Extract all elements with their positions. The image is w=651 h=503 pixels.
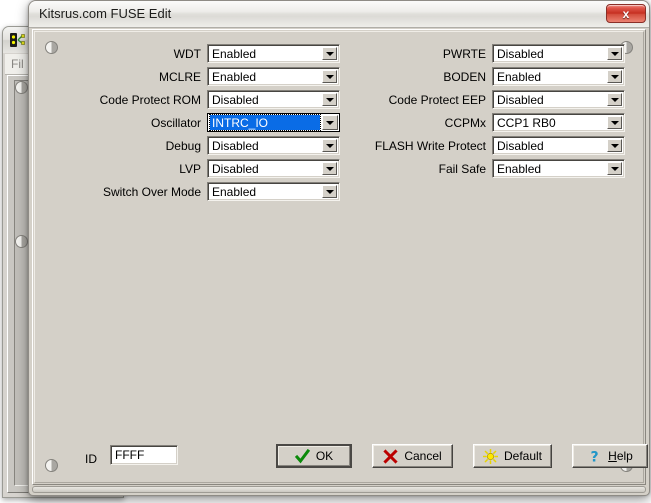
help-button[interactable]: ? Help bbox=[572, 444, 648, 468]
chevron-down-icon[interactable] bbox=[322, 47, 337, 60]
help-rest: elp bbox=[617, 449, 633, 463]
resize-glyph-top-left[interactable] bbox=[45, 41, 58, 54]
chevron-down-icon[interactable] bbox=[322, 93, 337, 106]
chevron-down-icon[interactable] bbox=[607, 162, 622, 175]
check-icon bbox=[295, 449, 310, 464]
help-button-label: Help bbox=[608, 449, 633, 463]
fuse-row-ccpmx: CCPMx CCP1 RB0 bbox=[360, 111, 625, 134]
chevron-down-icon[interactable] bbox=[607, 116, 622, 129]
label-code-protect-rom: Code Protect ROM bbox=[100, 93, 207, 107]
dialog-bottom-edge bbox=[32, 486, 646, 493]
label-lvp: LVP bbox=[179, 162, 207, 176]
ok-button-label: OK bbox=[316, 449, 333, 463]
dialog-titlebar[interactable]: Kitsrus.com FUSE Edit x bbox=[29, 1, 649, 28]
combo-flash-write-protect-value: Disabled bbox=[497, 138, 604, 154]
label-pwrte: PWRTE bbox=[443, 47, 492, 61]
fuse-row-code-protect-rom: Code Protect ROM Disabled bbox=[75, 88, 340, 111]
combo-flash-write-protect[interactable]: Disabled bbox=[492, 136, 625, 155]
fuse-row-boden: BODEN Enabled bbox=[360, 65, 625, 88]
combo-switch-over-mode-value: Enabled bbox=[212, 184, 319, 200]
combo-mclre-value: Enabled bbox=[212, 69, 319, 85]
close-button[interactable]: x bbox=[606, 4, 646, 23]
combo-code-protect-eep[interactable]: Disabled bbox=[492, 90, 625, 109]
fuse-row-debug: Debug Disabled bbox=[75, 134, 340, 157]
ok-button[interactable]: OK bbox=[276, 444, 352, 468]
chevron-down-icon[interactable] bbox=[322, 139, 337, 152]
combo-ccpmx[interactable]: CCP1 RB0 bbox=[492, 113, 625, 132]
fuse-row-switch-over-mode: Switch Over Mode Enabled bbox=[75, 180, 340, 203]
chevron-down-icon[interactable] bbox=[607, 47, 622, 60]
label-fail-safe: Fail Safe bbox=[439, 162, 492, 176]
combo-lvp[interactable]: Disabled bbox=[207, 159, 340, 178]
background-resize-glyph-middle[interactable] bbox=[15, 235, 28, 248]
fuse-row-flash-write-protect: FLASH Write Protect Disabled bbox=[360, 134, 625, 157]
fuse-edit-dialog: Kitsrus.com FUSE Edit x WDT Enabled bbox=[28, 0, 650, 496]
dialog-body: WDT Enabled MCLRE Enabled bbox=[32, 29, 646, 485]
fuse-row-fail-safe: Fail Safe Enabled bbox=[360, 157, 625, 180]
label-debug: Debug bbox=[166, 139, 207, 153]
combo-fail-safe[interactable]: Enabled bbox=[492, 159, 625, 178]
combo-oscillator-value: INTRC_IO bbox=[210, 115, 320, 130]
label-ccpmx: CCPMx bbox=[445, 116, 492, 130]
chevron-down-icon[interactable] bbox=[607, 139, 622, 152]
default-button[interactable]: Default bbox=[473, 444, 552, 468]
chevron-down-icon[interactable] bbox=[322, 185, 337, 198]
svg-text:?: ? bbox=[591, 449, 599, 464]
combo-boden-value: Enabled bbox=[497, 69, 604, 85]
question-mark-icon: ? bbox=[587, 449, 602, 464]
combo-debug-value: Disabled bbox=[212, 138, 319, 154]
chevron-down-icon[interactable] bbox=[322, 162, 337, 175]
combo-wdt-value: Enabled bbox=[212, 46, 319, 62]
app-icon bbox=[9, 31, 27, 49]
combo-wdt[interactable]: Enabled bbox=[207, 44, 340, 63]
label-code-protect-eep: Code Protect EEP bbox=[389, 93, 492, 107]
close-x-icon bbox=[383, 449, 398, 464]
label-wdt: WDT bbox=[174, 47, 207, 61]
label-boden: BODEN bbox=[443, 70, 492, 84]
combo-ccpmx-value: CCP1 RB0 bbox=[497, 115, 604, 131]
label-flash-write-protect: FLASH Write Protect bbox=[375, 139, 492, 153]
combo-boden[interactable]: Enabled bbox=[492, 67, 625, 86]
combo-mclre[interactable]: Enabled bbox=[207, 67, 340, 86]
help-accel: H bbox=[608, 449, 617, 463]
default-button-label: Default bbox=[504, 449, 542, 463]
cancel-button[interactable]: Cancel bbox=[372, 444, 453, 468]
sun-icon bbox=[483, 449, 498, 464]
fuse-row-lvp: LVP Disabled bbox=[75, 157, 340, 180]
fuse-row-mclre: MCLRE Enabled bbox=[75, 65, 340, 88]
left-fuse-column: WDT Enabled MCLRE Enabled bbox=[75, 42, 340, 203]
chevron-down-icon[interactable] bbox=[607, 70, 622, 83]
combo-code-protect-rom-value: Disabled bbox=[212, 92, 319, 108]
cancel-button-label: Cancel bbox=[404, 449, 441, 463]
dialog-body-inner: WDT Enabled MCLRE Enabled bbox=[34, 31, 644, 483]
combo-code-protect-rom[interactable]: Disabled bbox=[207, 90, 340, 109]
id-input[interactable]: FFFF bbox=[110, 445, 178, 465]
label-oscillator: Oscillator bbox=[151, 116, 207, 130]
dialog-button-bar: ID FFFF OK bbox=[35, 440, 643, 474]
fuse-row-code-protect-eep: Code Protect EEP Disabled bbox=[360, 88, 625, 111]
combo-pwrte[interactable]: Disabled bbox=[492, 44, 625, 63]
background-menu-file[interactable]: Fil bbox=[11, 57, 24, 71]
id-label: ID bbox=[85, 452, 97, 466]
combo-switch-over-mode[interactable]: Enabled bbox=[207, 182, 340, 201]
combo-code-protect-eep-value: Disabled bbox=[497, 92, 604, 108]
combo-debug[interactable]: Disabled bbox=[207, 136, 340, 155]
fuse-row-oscillator: Oscillator INTRC_IO bbox=[75, 111, 340, 134]
combo-lvp-value: Disabled bbox=[212, 161, 319, 177]
chevron-down-icon[interactable] bbox=[322, 115, 338, 130]
screen: Fil Kitsrus.com FUSE Edit x WDT bbox=[0, 0, 651, 503]
combo-pwrte-value: Disabled bbox=[497, 46, 604, 62]
dialog-title: Kitsrus.com FUSE Edit bbox=[39, 6, 171, 21]
label-mclre: MCLRE bbox=[159, 70, 207, 84]
chevron-down-icon[interactable] bbox=[607, 93, 622, 106]
chevron-down-icon[interactable] bbox=[322, 70, 337, 83]
label-switch-over-mode: Switch Over Mode bbox=[103, 185, 207, 199]
fuse-row-pwrte: PWRTE Disabled bbox=[360, 42, 625, 65]
combo-oscillator[interactable]: INTRC_IO bbox=[207, 113, 340, 132]
background-resize-glyph-top[interactable] bbox=[15, 81, 28, 94]
right-fuse-column: PWRTE Disabled BODEN Enabled bbox=[360, 42, 625, 180]
fuse-row-wdt: WDT Enabled bbox=[75, 42, 340, 65]
combo-fail-safe-value: Enabled bbox=[497, 161, 604, 177]
